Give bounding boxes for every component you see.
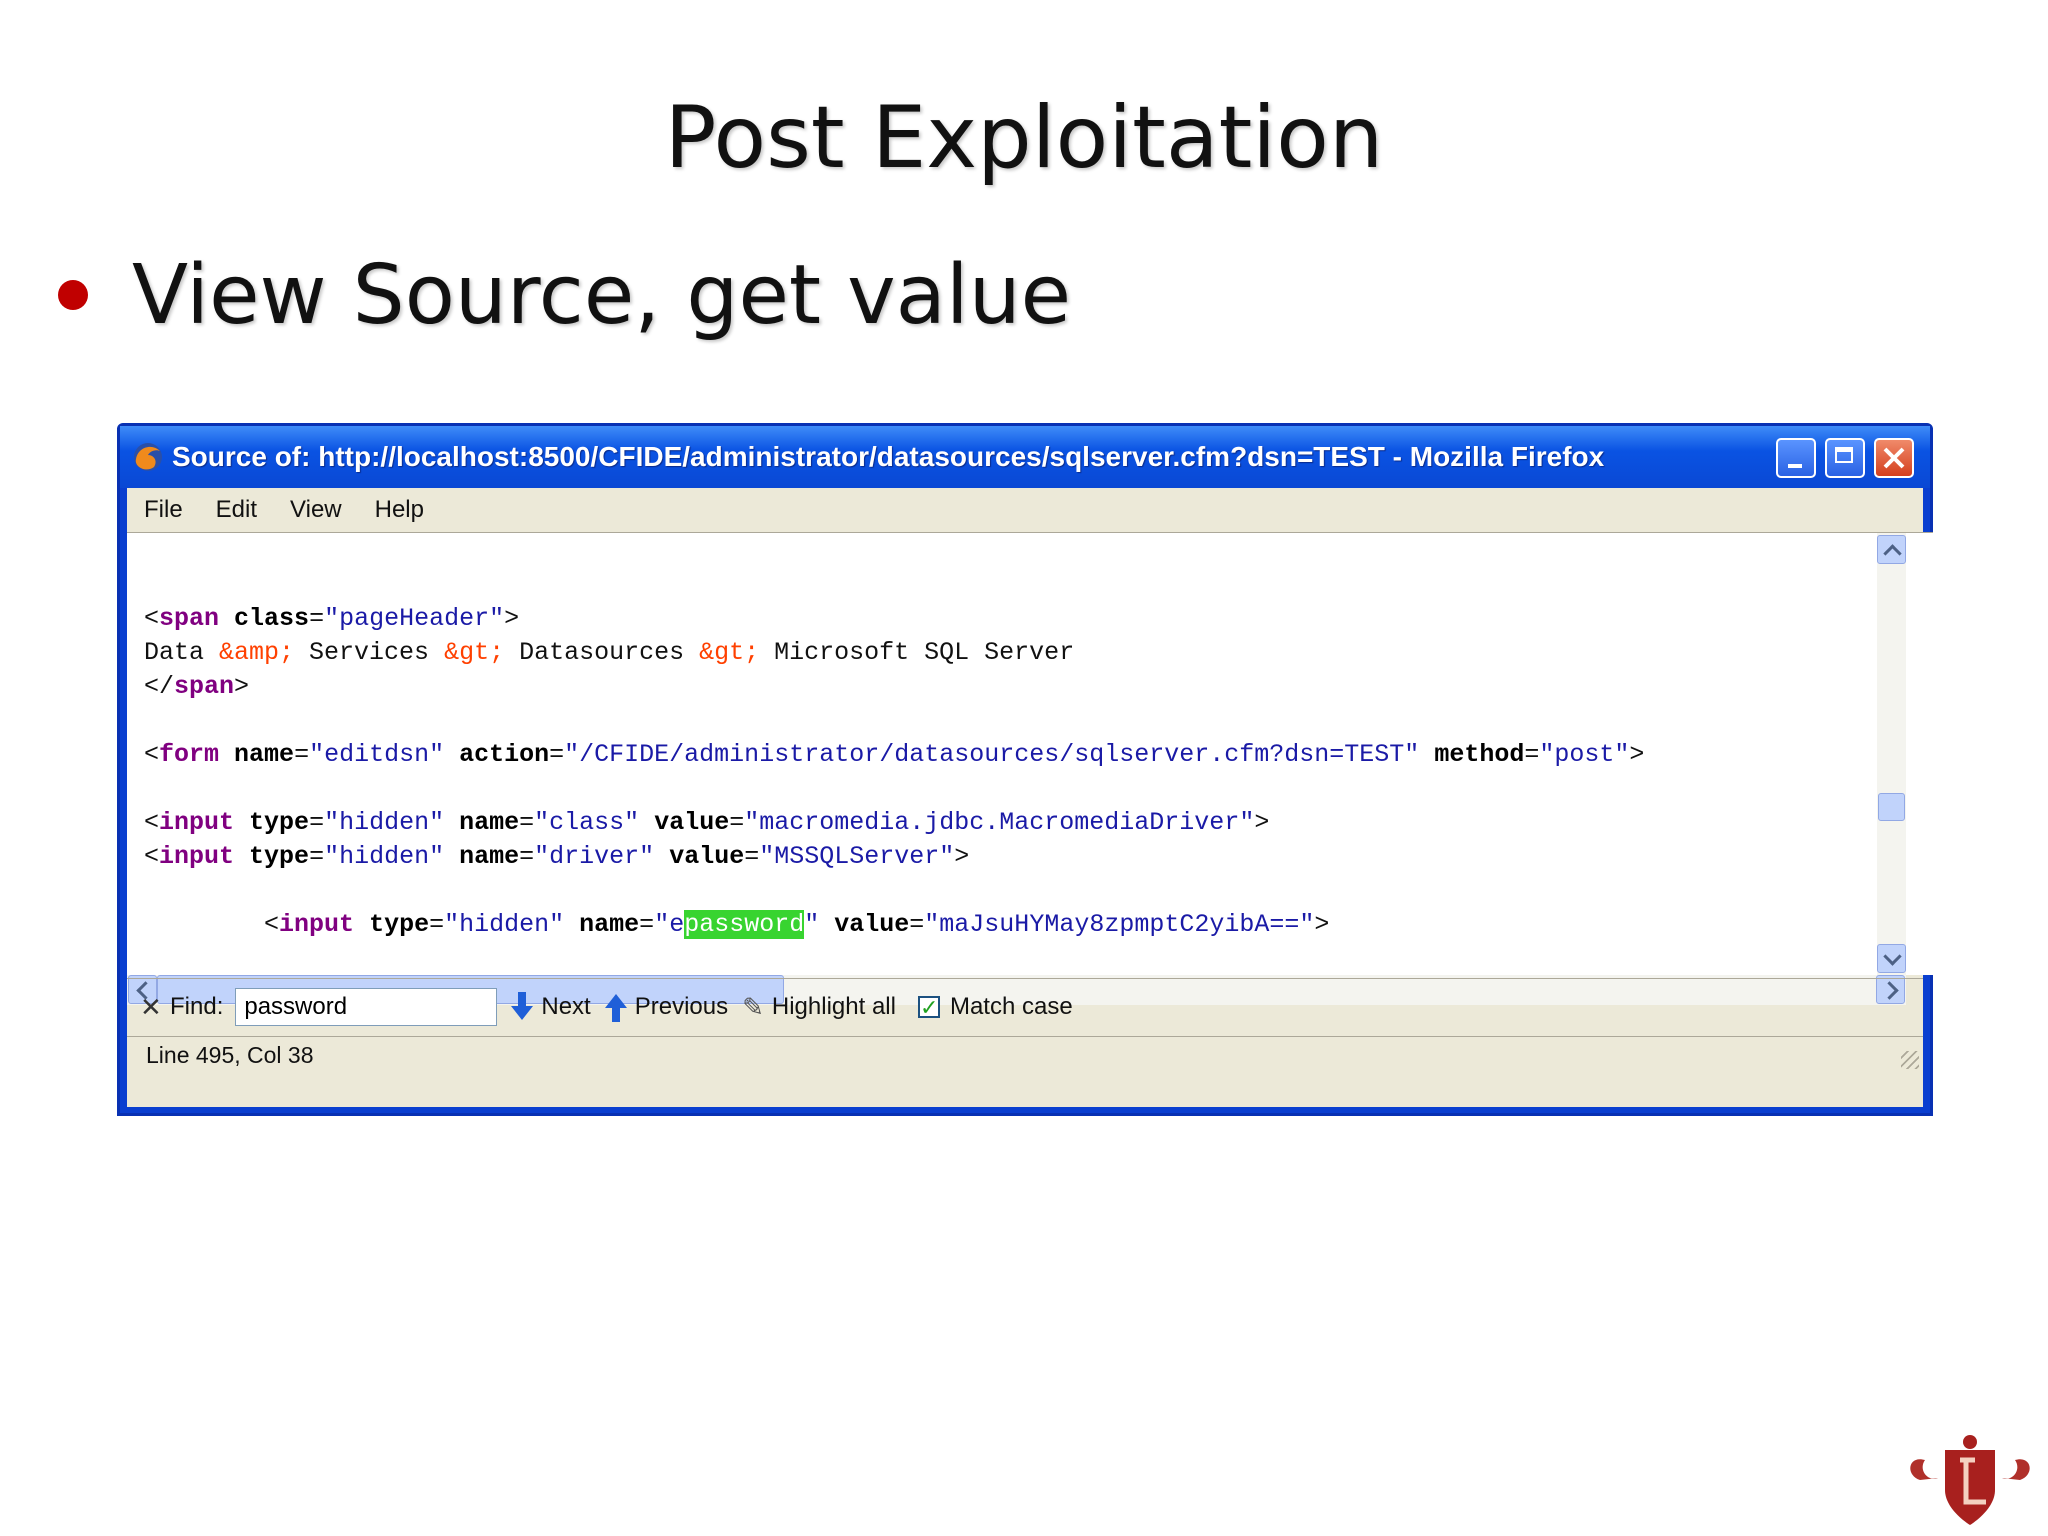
arrow-down-icon [511, 992, 534, 1020]
find-next-button[interactable]: Next [511, 992, 591, 1021]
close-icon [1883, 447, 1905, 469]
find-bar: ✕ Find: Next Previous ✎ Highlight all ✓ … [127, 978, 1923, 1035]
find-label: Find: [170, 993, 224, 1020]
source-line: <span class="pageHeader"> [144, 604, 520, 633]
menu-bar: File Edit View Help [127, 488, 1923, 532]
bullet-text: View Source, get value [132, 247, 1072, 343]
vertical-scrollbar[interactable] [1877, 533, 1906, 975]
match-case-label: Match case [949, 993, 1073, 1020]
firefox-icon [132, 441, 164, 473]
source-line: <input type="hidden" name="driver" value… [144, 842, 970, 871]
chevron-up-icon [1883, 544, 1902, 563]
highlight-all-label: Highlight all [771, 993, 896, 1020]
highlighter-icon: ✎ [742, 991, 764, 1022]
find-input[interactable] [235, 988, 498, 1026]
scroll-up-button[interactable] [1877, 535, 1906, 564]
window-titlebar[interactable]: Source of: http://localhost:8500/CFIDE/a… [120, 426, 1930, 488]
source-line: <input type="hidden" name="epassword" va… [264, 910, 1330, 939]
highlight-all-button[interactable]: ✎ Highlight all [742, 992, 896, 1023]
crest-logo-icon [1900, 1430, 2040, 1530]
status-bar: Line 495, Col 38 [127, 1036, 1923, 1073]
menu-help[interactable]: Help [375, 496, 424, 524]
menu-file[interactable]: File [144, 496, 183, 524]
find-next-label: Next [541, 993, 591, 1020]
match-case-checkbox[interactable]: ✓ Match case [917, 993, 1073, 1021]
checkmark-icon: ✓ [917, 995, 940, 1020]
chevron-down-icon [1883, 947, 1902, 966]
arrow-up-icon [604, 994, 627, 1022]
menu-edit[interactable]: Edit [216, 496, 257, 524]
menu-view[interactable]: View [290, 496, 342, 524]
source-line: </span> [144, 672, 250, 701]
source-line: <form name="editdsn" action="/CFIDE/admi… [144, 740, 1645, 769]
close-button[interactable] [1874, 438, 1914, 478]
source-line: <input type="hidden" name="class" value=… [144, 808, 1270, 837]
scroll-down-button[interactable] [1877, 944, 1906, 973]
search-highlight: password [684, 910, 805, 939]
find-previous-button[interactable]: Previous [604, 993, 729, 1022]
status-text: Line 495, Col 38 [146, 1041, 314, 1068]
maximize-button[interactable] [1825, 438, 1865, 478]
bullet-item: View Source, get value [58, 240, 1071, 350]
window-client: File Edit View Help <span class="pageHea… [127, 488, 1933, 1107]
source-view[interactable]: <span class="pageHeader"> Data &amp; Ser… [127, 532, 1933, 1005]
slide-title: Post Exploitation [664, 88, 1384, 188]
minimize-button[interactable] [1776, 438, 1816, 478]
window-title: Source of: http://localhost:8500/CFIDE/a… [172, 441, 1605, 472]
close-findbar-icon[interactable]: ✕ [140, 992, 170, 1023]
resize-grip-icon[interactable] [1901, 1051, 1919, 1069]
source-line: Data &amp; Services &gt; Datasources &gt… [144, 638, 1075, 667]
bullet-dot-icon [58, 280, 88, 310]
find-previous-label: Previous [634, 993, 729, 1020]
vertical-scroll-thumb[interactable] [1878, 793, 1905, 821]
firefox-source-window: Source of: http://localhost:8500/CFIDE/a… [117, 423, 1933, 1116]
